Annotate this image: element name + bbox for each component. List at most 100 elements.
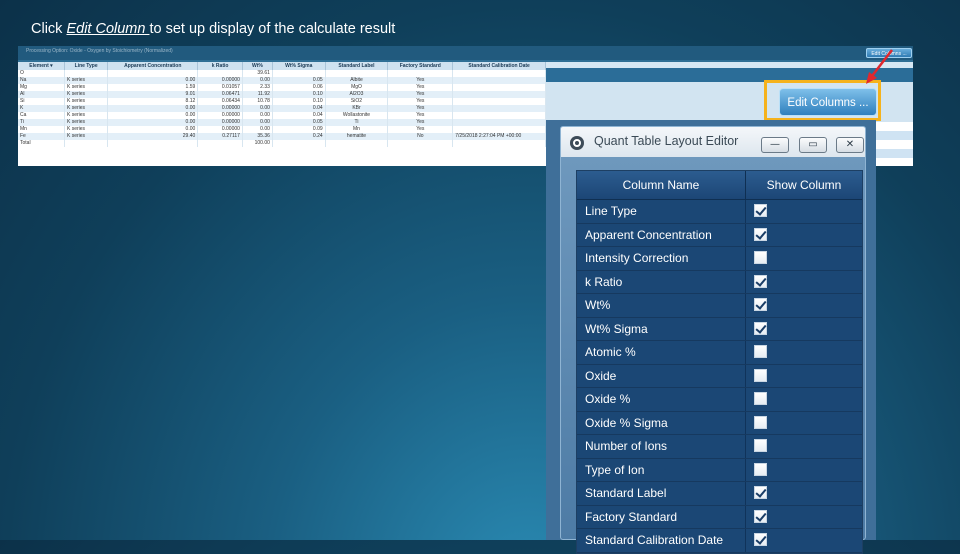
show-column-checkbox[interactable] bbox=[754, 462, 767, 476]
table-row[interactable]: Si K series 8.12 0.06434 10.78 0.10 SiO2 Yes bbox=[18, 98, 546, 105]
column-name-label: Standard Label bbox=[577, 482, 746, 505]
show-column-cell bbox=[746, 318, 862, 341]
column-row[interactable]: Type of Ion bbox=[577, 458, 862, 482]
table-cell: 0.00 bbox=[107, 112, 199, 119]
maximize-button[interactable]: ▭ bbox=[799, 137, 827, 153]
quant-col-header[interactable]: Line Type bbox=[64, 62, 109, 70]
show-column-checkbox[interactable] bbox=[754, 509, 767, 523]
column-row[interactable]: Line Type bbox=[577, 200, 862, 224]
show-column-checkbox[interactable] bbox=[754, 486, 767, 499]
table-cell: Fe bbox=[18, 133, 65, 140]
table-cell: 0.09 bbox=[272, 126, 326, 133]
table-cell bbox=[64, 70, 109, 77]
layout-editor-dialog: Quant Table Layout Editor — ▭ ✕ Column N… bbox=[560, 126, 866, 554]
table-cell: 0.06 bbox=[272, 84, 326, 91]
red-arrow-icon bbox=[866, 49, 893, 84]
close-button[interactable]: ✕ bbox=[836, 137, 864, 153]
table-cell bbox=[452, 112, 546, 119]
quant-col-header[interactable]: k Ratio bbox=[197, 62, 243, 70]
table-cell bbox=[452, 126, 546, 133]
show-column-checkbox[interactable] bbox=[754, 204, 767, 217]
highlight-box bbox=[764, 80, 881, 121]
table-row[interactable]: Ca K series 0.00 0.00000 0.00 0.04 Wollastonit… bbox=[18, 112, 546, 119]
quant-col-header[interactable]: Standard Calibration Date bbox=[452, 62, 546, 70]
quant-col-header[interactable]: Element ▾ bbox=[18, 62, 65, 70]
dialog-title: Quant Table Layout Editor bbox=[594, 134, 739, 148]
quant-col-header[interactable]: Standard Label bbox=[325, 62, 389, 70]
table-cell: Yes bbox=[387, 112, 454, 119]
show-column-cell bbox=[746, 435, 862, 458]
table-row[interactable]: Ti K series 0.00 0.00000 0.00 0.05 Ti Yes bbox=[18, 119, 546, 126]
table-cell: No bbox=[387, 133, 454, 140]
show-column-cell bbox=[746, 482, 862, 505]
show-column-cell bbox=[746, 341, 862, 364]
table-cell: 0.00 bbox=[107, 105, 199, 112]
show-column-checkbox[interactable] bbox=[754, 345, 767, 358]
column-row[interactable]: Oxide % bbox=[577, 388, 862, 412]
column-name-label: Number of Ions bbox=[577, 435, 746, 458]
column-row[interactable]: Oxide bbox=[577, 364, 862, 388]
show-column-checkbox[interactable] bbox=[754, 298, 767, 311]
table-cell: 11.92 bbox=[242, 91, 273, 98]
show-column-checkbox[interactable] bbox=[754, 415, 767, 429]
table-cell bbox=[107, 140, 199, 147]
show-column-checkbox[interactable] bbox=[754, 274, 767, 288]
show-column-cell bbox=[746, 247, 862, 270]
table-row[interactable]: Total 100.00 bbox=[18, 140, 546, 147]
column-row[interactable]: Standard Label bbox=[577, 482, 862, 506]
layout-editor-dialog-frame: Quant Table Layout Editor — ▭ ✕ Column N… bbox=[546, 120, 876, 554]
quant-col-header[interactable]: Factory Standard bbox=[387, 62, 454, 70]
column-row[interactable]: k Ratio bbox=[577, 270, 862, 294]
column-row[interactable]: Standard Calibration Date bbox=[577, 529, 862, 553]
table-cell: Yes bbox=[387, 98, 454, 105]
table-cell bbox=[452, 98, 546, 105]
table-cell: 0.00 bbox=[242, 119, 273, 126]
show-column-checkbox[interactable] bbox=[754, 439, 767, 452]
table-cell: 100.00 bbox=[242, 140, 273, 147]
column-row[interactable]: Wt% Sigma bbox=[577, 317, 862, 341]
table-row[interactable]: Mn K series 0.00 0.00000 0.00 0.09 Mn Yes bbox=[18, 126, 546, 133]
show-column-cell bbox=[746, 365, 862, 388]
column-row[interactable]: Factory Standard bbox=[577, 505, 862, 529]
table-cell: K series bbox=[64, 126, 109, 133]
column-name-label: Oxide bbox=[577, 364, 746, 387]
table-cell: Albite bbox=[325, 77, 389, 84]
column-name-label: Intensity Correction bbox=[577, 247, 746, 270]
table-cell: 0.00000 bbox=[197, 126, 243, 133]
table-row[interactable]: Fe K series 29.40 0.27117 35.36 0.24 hematite N… bbox=[18, 133, 546, 140]
table-cell: 0.00 bbox=[242, 112, 273, 119]
minimize-button[interactable]: — bbox=[761, 137, 789, 153]
show-column-checkbox[interactable] bbox=[754, 227, 767, 241]
table-row[interactable]: KK series 0.00 0.00000 0.00 0.04 KBr Yes bbox=[18, 105, 546, 112]
show-column-checkbox[interactable] bbox=[754, 392, 767, 405]
show-column-header[interactable]: Show Column bbox=[746, 171, 862, 199]
column-row[interactable]: Intensity Correction bbox=[577, 247, 862, 271]
table-cell: Si bbox=[18, 98, 65, 105]
table-cell: Yes bbox=[387, 105, 454, 112]
column-row[interactable]: Number of Ions bbox=[577, 435, 862, 459]
table-cell: 35.36 bbox=[242, 133, 273, 140]
table-cell: 0.00000 bbox=[197, 119, 243, 126]
table-row[interactable]: Mg K series 1.59 0.01057 2.33 0.06 MgO Yes bbox=[18, 84, 546, 91]
column-name-label: Oxide % bbox=[577, 388, 746, 411]
quant-col-header[interactable]: Wt% bbox=[242, 62, 273, 70]
quant-col-header[interactable]: Wt% Sigma bbox=[272, 62, 326, 70]
show-column-checkbox[interactable] bbox=[754, 251, 767, 264]
column-row[interactable]: Apparent Concentration bbox=[577, 223, 862, 247]
table-cell: 0.00 bbox=[107, 126, 199, 133]
table-row[interactable]: Na K series 0.00 0.00000 0.00 0.05 Albite Yes bbox=[18, 77, 546, 84]
table-row[interactable]: O 39.61 bbox=[18, 70, 546, 77]
show-column-checkbox[interactable] bbox=[754, 321, 767, 335]
column-name-label: Type of Ion bbox=[577, 458, 746, 481]
quant-col-header[interactable]: Apparent Concentration bbox=[107, 62, 199, 70]
table-cell: 0.24 bbox=[272, 133, 326, 140]
show-column-checkbox[interactable] bbox=[754, 368, 767, 382]
table-row[interactable]: Al K series 9.01 0.06471 11.92 0.10 Al2O3 Yes bbox=[18, 91, 546, 98]
table-cell: Al bbox=[18, 91, 65, 98]
column-row[interactable]: Atomic % bbox=[577, 341, 862, 365]
table-cell: Na bbox=[18, 77, 65, 84]
column-row[interactable]: Oxide % Sigma bbox=[577, 411, 862, 435]
column-name-header[interactable]: Column Name bbox=[577, 171, 746, 199]
column-row[interactable]: Wt% bbox=[577, 294, 862, 318]
table-cell: O bbox=[18, 70, 65, 77]
